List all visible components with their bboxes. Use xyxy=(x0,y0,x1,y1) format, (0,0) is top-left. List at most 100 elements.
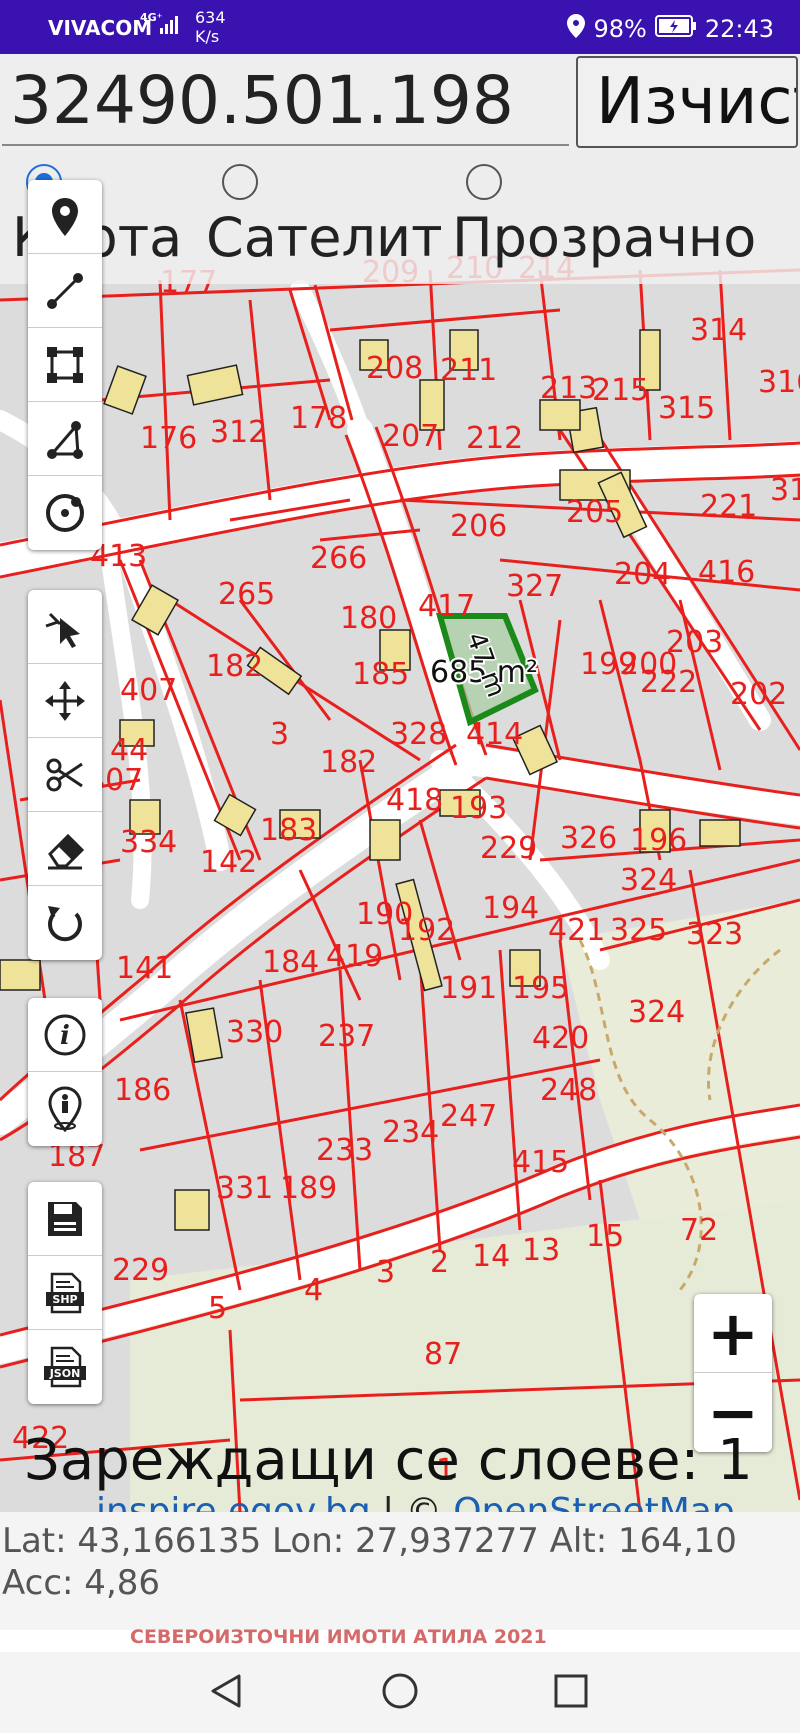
parcel-label: 2 xyxy=(430,1245,449,1280)
back-icon[interactable] xyxy=(205,1668,251,1714)
home-icon[interactable] xyxy=(377,1668,423,1714)
parcel-label: 141 xyxy=(116,951,173,986)
parcel-label: 215 xyxy=(592,373,649,408)
signal-icon xyxy=(160,14,182,38)
parcel-label: 419 xyxy=(326,939,383,974)
eraser-icon[interactable] xyxy=(28,812,102,886)
info-icon[interactable]: i xyxy=(28,998,102,1072)
parcel-label: 184 xyxy=(262,945,319,980)
parcel-label: 15 xyxy=(586,1219,624,1254)
parcel-label: 317 xyxy=(770,473,800,508)
parcel-label: 416 xyxy=(698,555,755,590)
map-attribution: inspire.egov.bg | © OpenStreetMap xyxy=(96,1486,735,1514)
parcel-label: 211 xyxy=(440,353,497,388)
loading-layers-text: Зареждащи се слоеве: 1 xyxy=(24,1428,753,1493)
undo-icon[interactable] xyxy=(28,886,102,960)
parcel-label: 208 xyxy=(366,351,423,386)
parcel-label: 266 xyxy=(310,541,367,576)
footer-text: СЕВЕРОИЗТОЧНИ ИМОТИ АТИЛА 2021 xyxy=(130,1626,547,1648)
json-export-icon[interactable]: JSON xyxy=(28,1330,102,1404)
move-icon[interactable] xyxy=(28,664,102,738)
parcel-label: 315 xyxy=(658,391,715,426)
parcel-label: 328 xyxy=(390,717,447,752)
nav-bar xyxy=(0,1652,800,1733)
cut-icon[interactable] xyxy=(28,738,102,812)
inspire-link[interactable]: inspire.egov.bg xyxy=(96,1491,371,1514)
parcel-label: 196 xyxy=(630,823,687,858)
zoom-in-button[interactable]: + xyxy=(694,1294,772,1373)
parcel-label: 5 xyxy=(208,1291,227,1326)
parcel-label: 195 xyxy=(512,971,569,1006)
parcel-label: 407 xyxy=(120,673,177,708)
draw-toolbar xyxy=(28,180,102,550)
parcel-label: 325 xyxy=(610,913,667,948)
parcel-label: 229 xyxy=(112,1253,169,1288)
parcel-id-input[interactable] xyxy=(2,56,569,146)
parcel-label: 221 xyxy=(700,489,757,524)
parcel-label: 323 xyxy=(686,917,743,952)
osm-link[interactable]: OpenStreetMap xyxy=(453,1491,735,1514)
parcel-label: 13 xyxy=(522,1233,560,1268)
parcel-label: 180 xyxy=(340,601,397,636)
radio-transparent[interactable] xyxy=(466,164,502,200)
cadastral-map[interactable]: 1772092102143142082112132153163121781762… xyxy=(0,150,800,1512)
parcel-label: 202 xyxy=(730,677,787,712)
parcel-label: 327 xyxy=(506,569,563,604)
parcel-label: 192 xyxy=(398,913,455,948)
clear-button[interactable]: Изчист xyxy=(576,56,798,148)
parcel-label: 314 xyxy=(690,313,747,348)
parcel-label: 316 xyxy=(758,365,800,400)
parcel-label: 200 xyxy=(620,647,677,682)
polygon-icon[interactable] xyxy=(28,402,102,476)
parcel-label: 421 xyxy=(548,913,605,948)
parcel-label: 178 xyxy=(290,401,347,436)
rectangle-icon[interactable] xyxy=(28,328,102,402)
info-toolbar: i xyxy=(28,998,102,1146)
parcel-label: 324 xyxy=(620,863,677,898)
status-right: 98% 22:43 xyxy=(567,14,774,44)
save-icon[interactable] xyxy=(28,1182,102,1256)
parcel-label: 193 xyxy=(450,791,507,826)
battery-percent: 98% xyxy=(593,15,647,43)
svg-text:i: i xyxy=(60,1021,70,1051)
parcel-label: 324 xyxy=(628,995,685,1030)
location-pin-icon[interactable] xyxy=(28,180,102,254)
gps-panel: Lat: 43,166135 Lon: 27,937277 Alt: 164,1… xyxy=(0,1512,800,1630)
battery-icon xyxy=(654,15,697,43)
parcel-label: 234 xyxy=(382,1115,439,1150)
shp-export-icon[interactable]: SHP xyxy=(28,1256,102,1330)
parcel-label: 418 xyxy=(386,783,443,818)
parcel-label: 312 xyxy=(210,415,267,450)
parcel-label: 212 xyxy=(466,421,523,456)
location-icon xyxy=(567,14,586,44)
layer-label-transparent[interactable]: Прозрачно xyxy=(452,206,756,269)
status-bar: VIVACOM 4G⁺ 634 K/s 98% 22:43 xyxy=(0,0,800,54)
parcel-label: 205 xyxy=(566,495,623,530)
line-icon[interactable] xyxy=(28,254,102,328)
parcel-label: 142 xyxy=(200,845,257,880)
parcel-label: 420 xyxy=(532,1021,589,1056)
network-speed-unit: K/s xyxy=(195,27,220,46)
map-view[interactable]: 1772092102143142082112132153163121781762… xyxy=(0,150,800,1512)
person-location-icon[interactable] xyxy=(28,1072,102,1146)
parcel-label: 182 xyxy=(320,745,377,780)
json-label: JSON xyxy=(49,1367,81,1380)
layer-label-satellite[interactable]: Сателит xyxy=(206,206,443,269)
parcel-label: 186 xyxy=(114,1073,171,1108)
parcel-label: 417 xyxy=(418,589,475,624)
parcel-label: 72 xyxy=(680,1213,718,1248)
edit-toolbar xyxy=(28,590,102,960)
parcel-label: 87 xyxy=(424,1337,462,1372)
radio-satellite[interactable] xyxy=(222,164,258,200)
parcel-label: 183 xyxy=(260,813,317,848)
parcel-label: 330 xyxy=(226,1015,283,1050)
clock: 22:43 xyxy=(704,15,774,43)
parcel-label: 334 xyxy=(120,825,177,860)
recents-icon[interactable] xyxy=(548,1668,594,1714)
search-bar: Изчист xyxy=(0,54,800,150)
parcel-label: 3 xyxy=(376,1255,395,1290)
select-icon[interactable] xyxy=(28,590,102,664)
parcel-label: 265 xyxy=(218,577,275,612)
parcel-label: 14 xyxy=(472,1239,510,1274)
circle-icon[interactable] xyxy=(28,476,102,550)
